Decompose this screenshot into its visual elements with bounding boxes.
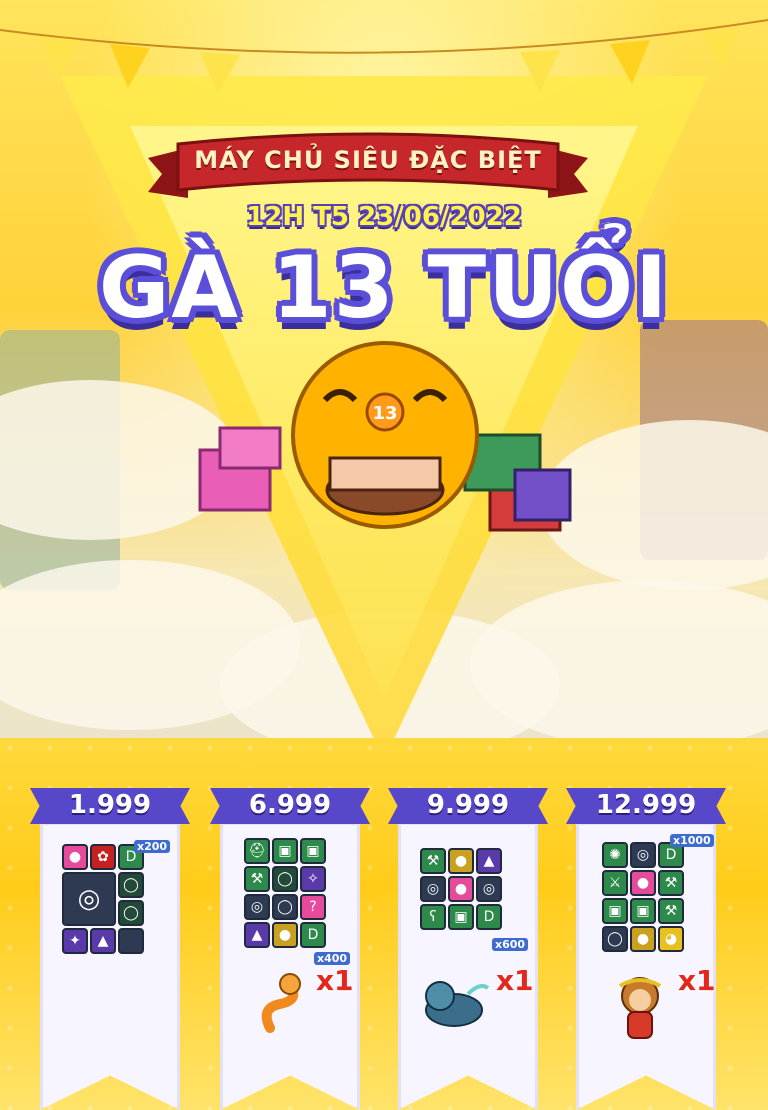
egg-item-icon: ● (448, 876, 474, 902)
armor-item-icon: ▣ (630, 898, 656, 924)
event-poster: MÁY CHỦ SIÊU ĐẶC BIỆT 12H T5 23/06/2022 … (0, 0, 768, 1110)
turtle-item-icon: ✺ (602, 842, 628, 868)
ring-item-icon: ◯ (602, 926, 628, 952)
crystal-item-icon: ▲ (244, 922, 270, 948)
pet-count: x1 (316, 964, 354, 997)
tiger-pet-icon (425, 981, 490, 1027)
ticket-item-icon: D (476, 904, 502, 930)
helmet-item-icon: ⛑ (244, 838, 270, 864)
empty-slot-icon (118, 928, 144, 954)
bunting-flag (110, 44, 150, 88)
launch-date: 12H T5 23/06/2022 (246, 202, 522, 232)
quantity-badge: x600 (492, 938, 529, 951)
cake-number: 13 (372, 403, 397, 424)
armor-item-icon: ▣ (272, 838, 298, 864)
ring-item-icon: ◯ (118, 900, 144, 926)
cake-layer (328, 456, 442, 492)
bunting-flag (200, 52, 240, 94)
bunting-flag (700, 28, 740, 70)
server-subtitle: MÁY CHỦ SIÊU ĐẶC BIỆT (194, 146, 542, 174)
amulet-item-icon: ✿ (90, 844, 116, 870)
axe-item-icon: ⚒ (658, 898, 684, 924)
axe-item-icon: ⚒ (244, 866, 270, 892)
wand-item-icon: ✧ (300, 866, 326, 892)
chick-item-icon: ◕ (658, 926, 684, 952)
tier-price: 12.999 (595, 790, 697, 820)
pet-count: x1 (678, 964, 716, 997)
ring-item-icon: ◯ (272, 894, 298, 920)
bunting-flags (0, 19, 768, 94)
tier-banner: 9.999 ⚒ ● ▲ ◎ ● ◎ ʕ ▣ D x600 x1 (388, 788, 548, 1110)
ring-item-icon: ◯ (118, 872, 144, 898)
axe-item-icon: ⚒ (420, 848, 446, 874)
bunting-flag (40, 36, 80, 78)
event-title: GÀ 13 TUỔI (98, 238, 670, 338)
armor-item-icon: ▣ (448, 904, 474, 930)
armor-item-icon: ▣ (602, 898, 628, 924)
item-grid: ⛑ ▣ ▣ ⚒ ◯ ✧ ◎ ◯ ? ▲ ● D (244, 838, 326, 948)
axe-item-icon: ⚒ (658, 870, 684, 896)
item-grid: ⚒ ● ▲ ◎ ● ◎ ʕ ▣ D (420, 848, 502, 930)
tier-banner: 1.999 ● ✿ D ◎ ◯ ◯ ✦ ▲ x200 (30, 788, 190, 1110)
tier-price: 1.999 (68, 790, 152, 820)
mystery-box-icon: ? (300, 894, 326, 920)
gift-box-purple (513, 468, 572, 522)
tier-banner: 12.999 ✺ ◎ D ⚔ ● ⚒ ▣ ▣ ⚒ ◯ ● ◕ x1000 x1 (566, 788, 726, 1110)
bracelet-item-icon: ◎ (420, 876, 446, 902)
egg-item-icon: ● (630, 870, 656, 896)
quantity-badge: x1000 (670, 834, 714, 847)
bracelet-item-icon: ◎ (476, 876, 502, 902)
crystal-item-icon: ▲ (90, 928, 116, 954)
bear-item-icon: ʕ (420, 904, 446, 930)
tier-banner: 6.999 ⛑ ▣ ▣ ⚒ ◯ ✧ ◎ ◯ ? ▲ ● D x400 x1 (210, 788, 370, 1110)
ticket-item-icon: D (300, 922, 326, 948)
bunting-flag (520, 50, 560, 92)
bunting-flag (610, 40, 650, 84)
item-grid: ● ✿ D ◎ ◯ ◯ ✦ ▲ (62, 844, 144, 954)
bracelet-item-icon: ◎ (244, 894, 270, 920)
weapon-item-icon: ⚔ (602, 870, 628, 896)
tier-price: 6.999 (248, 790, 332, 820)
medal-item-icon: ● (272, 922, 298, 948)
fairy-item-icon: ✦ (62, 928, 88, 954)
pet-count: x1 (496, 964, 534, 997)
tier-price: 9.999 (426, 790, 510, 820)
bracelet-item-icon: ◎ (62, 872, 116, 926)
item-grid: ✺ ◎ D ⚔ ● ⚒ ▣ ▣ ⚒ ◯ ● ◕ (602, 842, 684, 952)
medal-item-icon: ● (630, 926, 656, 952)
ring-item-icon: ◯ (272, 866, 298, 892)
armor-item-icon: ▣ (300, 838, 326, 864)
bracelet-item-icon: ◎ (630, 842, 656, 868)
egg-item-icon: ● (62, 844, 88, 870)
crystal-item-icon: ▲ (476, 848, 502, 874)
chicken-mascot-with-cake: 13 (198, 341, 572, 532)
medal-item-icon: ● (448, 848, 474, 874)
monkey-pet-icon (618, 977, 662, 1039)
gift-box-pink (218, 426, 282, 470)
quantity-badge: x200 (134, 840, 171, 853)
snake-pet-icon (261, 973, 301, 1033)
